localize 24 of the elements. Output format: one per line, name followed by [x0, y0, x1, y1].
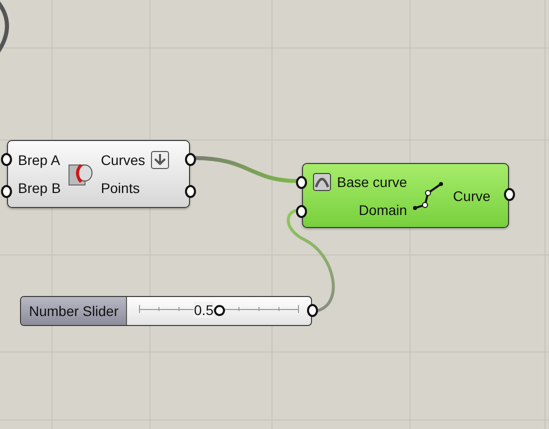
- port-icon[interactable]: [296, 205, 307, 218]
- input-label: Base curve: [337, 172, 408, 190]
- output-label: Curves: [100, 151, 146, 169]
- curve-button[interactable]: [313, 172, 331, 190]
- port-icon[interactable]: [1, 153, 12, 166]
- input-label: Brep B: [18, 179, 61, 197]
- component-node[interactable]: Base curve Domain Curve: [302, 163, 509, 228]
- input-label: Domain: [358, 200, 408, 218]
- input-label: Brep A: [18, 151, 60, 169]
- port-icon[interactable]: [1, 185, 12, 198]
- arrow-down-button[interactable]: [151, 151, 170, 169]
- slider-label: Number Slider: [21, 297, 128, 325]
- slider-value: 0.5: [194, 302, 214, 318]
- output-label: Points: [100, 179, 140, 197]
- port-icon[interactable]: [504, 188, 515, 200]
- port-icon[interactable]: [185, 153, 196, 166]
- component-node[interactable]: Brep A Brep B Curves Points: [7, 140, 190, 208]
- wire: [0, 0, 9, 54]
- port-icon[interactable]: [296, 176, 307, 189]
- number-slider[interactable]: Number Slider 0.5: [20, 296, 312, 326]
- port-icon[interactable]: [185, 185, 196, 198]
- output-label: Curve: [453, 186, 490, 204]
- slider-thumb[interactable]: [214, 305, 225, 316]
- port-icon[interactable]: [307, 304, 318, 317]
